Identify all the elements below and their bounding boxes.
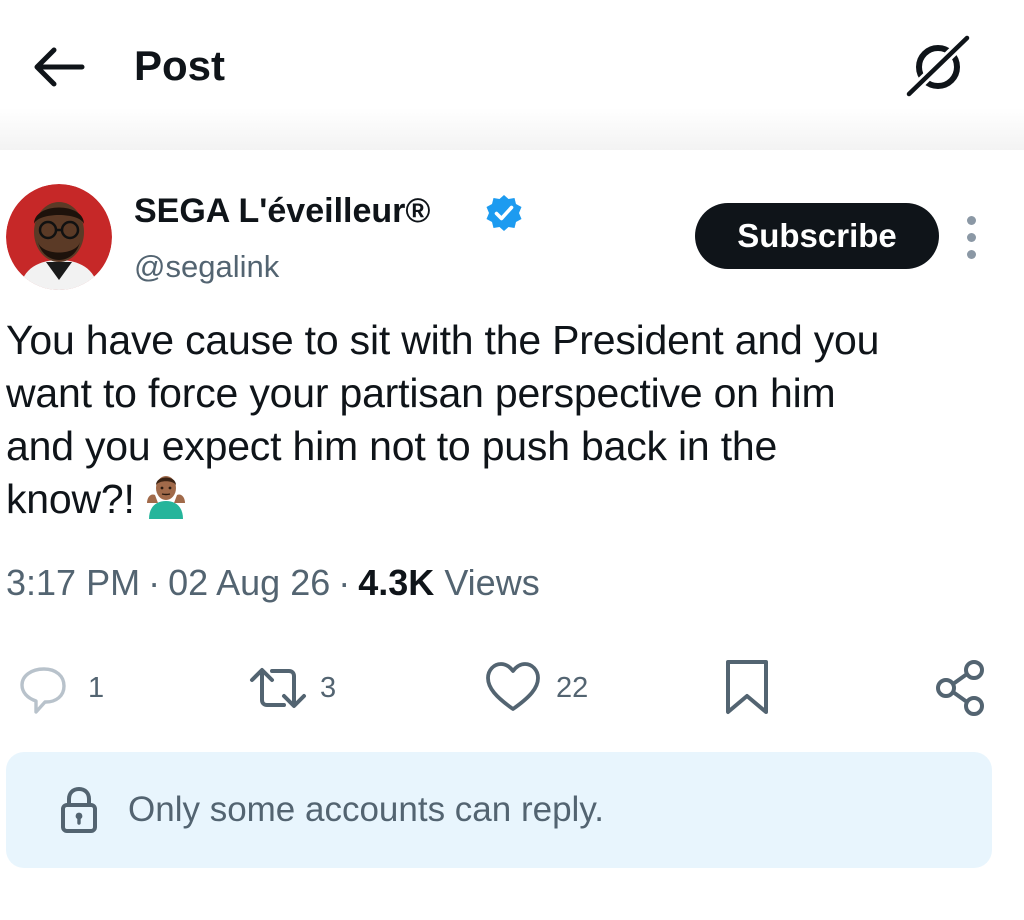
tweet-text: You have cause to sit with the President…	[6, 314, 1018, 526]
more-options-button[interactable]	[958, 214, 984, 260]
heart-icon	[486, 662, 540, 711]
tweet-line: and you expect him not to push back in t…	[6, 423, 778, 469]
dot-icon	[967, 216, 976, 225]
profile-photo	[6, 184, 112, 290]
repost-count: 3	[320, 672, 337, 704]
author-handle[interactable]: @segalink	[134, 247, 279, 287]
share-button[interactable]	[932, 658, 992, 718]
tweet-line: You have cause to sit with the President…	[6, 317, 880, 363]
post-page: Post SEGA L'éveilleur® @segalink Subscri…	[0, 0, 1024, 920]
reply-restriction-text: Only some accounts can reply.	[128, 790, 604, 829]
top-bar: Post	[0, 0, 1024, 150]
reply-button[interactable]: 1	[14, 658, 114, 718]
lock-icon	[61, 786, 97, 833]
share-icon	[936, 660, 984, 716]
repost-button[interactable]: 3	[244, 658, 354, 718]
views-count[interactable]: 4.3K	[358, 562, 434, 603]
post-time: 3:17 PM	[6, 562, 141, 603]
post-meta: 3:17 PM · 02 Aug 26 · 4.3K Views	[6, 558, 540, 608]
arrow-left-icon	[34, 47, 85, 87]
bookmark-button[interactable]	[722, 658, 772, 718]
views-label: Views	[444, 562, 540, 603]
page-title: Post	[134, 42, 226, 89]
person-shrugging-emoji-icon	[146, 476, 185, 519]
like-count: 22	[556, 672, 589, 704]
avatar[interactable]	[6, 184, 112, 290]
post-date: 02 Aug 26	[168, 562, 331, 603]
reply-restriction-banner: Only some accounts can reply.	[6, 752, 992, 868]
meta-separator: ·	[148, 562, 161, 603]
author-name[interactable]: SEGA L'éveilleur®	[134, 190, 430, 232]
bookmark-icon	[726, 660, 768, 714]
subscribe-button[interactable]: Subscribe	[695, 203, 939, 269]
back-button[interactable]	[30, 42, 88, 92]
tweet-line: want to force your partisan perspective …	[6, 370, 836, 416]
grok-icon	[904, 34, 971, 99]
repost-icon	[250, 668, 306, 708]
reply-icon	[20, 667, 66, 714]
dot-icon	[967, 233, 976, 242]
reply-count: 1	[88, 672, 105, 704]
tweet-line-last: know?!	[6, 473, 1018, 526]
dot-icon	[967, 250, 976, 259]
meta-separator: ·	[338, 562, 351, 603]
verified-badge-icon	[484, 193, 524, 233]
like-button[interactable]: 22	[484, 658, 604, 718]
tweet-line-text: know?!	[6, 476, 135, 522]
grok-button[interactable]	[904, 34, 974, 99]
